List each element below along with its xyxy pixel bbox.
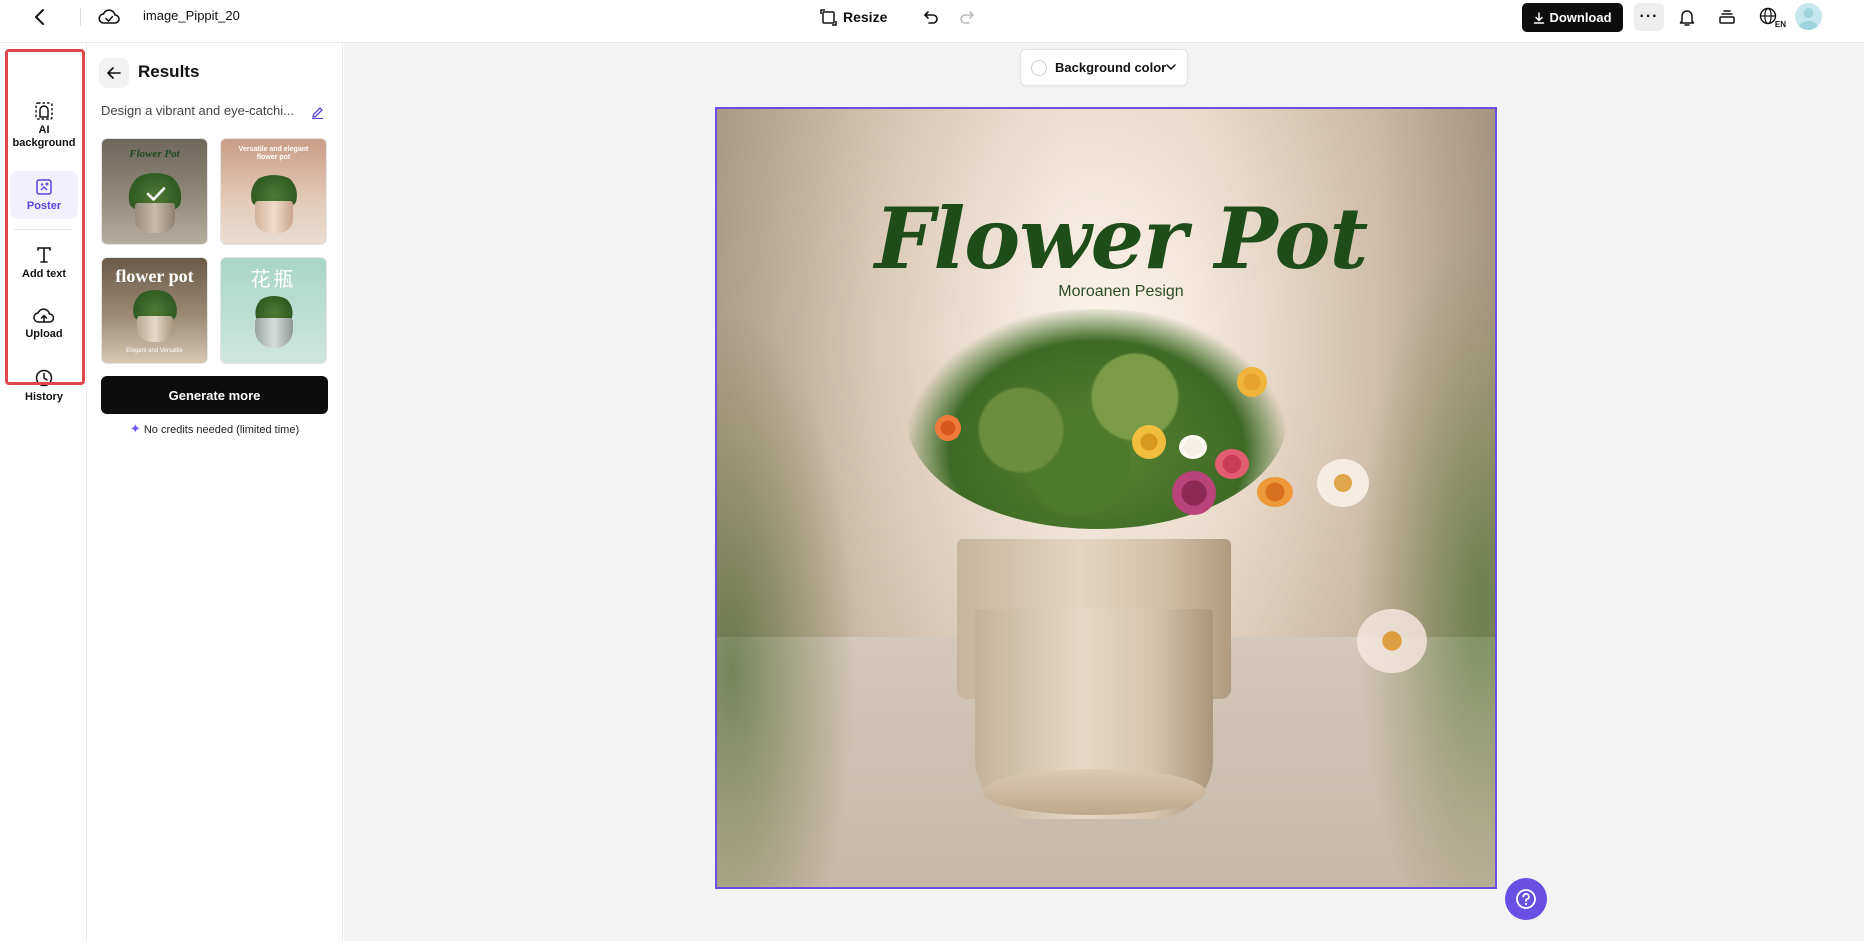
chevron-left-icon bbox=[35, 9, 44, 25]
cloud-check-icon bbox=[98, 9, 120, 24]
undo-icon bbox=[924, 11, 938, 24]
avatar-icon bbox=[1798, 8, 1819, 30]
resize-button[interactable]: Resize bbox=[820, 4, 887, 30]
ai-background-icon bbox=[35, 102, 53, 120]
thumbnail-pot bbox=[134, 203, 175, 233]
background-color-label: Background color bbox=[1055, 60, 1167, 75]
canvas-area: Background color Flower Pot Moroanen Pes… bbox=[344, 43, 1864, 941]
generate-more-button[interactable]: Generate more bbox=[101, 376, 328, 414]
rail-item-poster[interactable]: Poster bbox=[10, 171, 78, 219]
poster-flower bbox=[1237, 367, 1267, 397]
chevron-down-icon bbox=[1166, 64, 1176, 71]
thumbnail-subtitle: Elegant and Versatile bbox=[126, 348, 183, 354]
undo-button[interactable] bbox=[918, 4, 944, 30]
rail-item-history[interactable]: History bbox=[10, 368, 78, 408]
text-icon bbox=[37, 247, 51, 263]
redo-button[interactable] bbox=[954, 4, 980, 30]
poster-foliage-right bbox=[1355, 229, 1495, 887]
layers-button[interactable] bbox=[1714, 4, 1740, 30]
thumbnail-pot bbox=[254, 201, 293, 233]
thumbnail-title: 花瓶 bbox=[250, 267, 297, 291]
results-panel: Results Design a vibrant and eye-catchi.… bbox=[88, 43, 343, 941]
poster-subtitle[interactable]: Moroanen Pesign bbox=[717, 283, 1495, 301]
pencil-icon bbox=[311, 106, 323, 119]
bell-icon bbox=[1679, 9, 1695, 26]
rail-item-label: History bbox=[25, 391, 63, 403]
rail-item-upload[interactable]: Upload bbox=[10, 307, 78, 347]
edit-prompt-button[interactable] bbox=[308, 103, 326, 121]
more-options-button[interactable]: ··· bbox=[1634, 3, 1664, 31]
rail-divider bbox=[14, 229, 72, 230]
rail-item-add-text[interactable]: Add text bbox=[10, 245, 78, 289]
poster-icon bbox=[36, 179, 52, 195]
rail-item-label: AI background bbox=[12, 124, 76, 149]
poster-flower bbox=[1172, 471, 1216, 515]
download-button[interactable]: Download bbox=[1522, 3, 1623, 32]
tool-rail: AI background Poster Add text Upload His… bbox=[0, 43, 87, 941]
selected-check-icon bbox=[145, 183, 167, 205]
credits-note: ✦ No credits needed (limited time) bbox=[101, 421, 328, 437]
credits-label: No credits needed (limited time) bbox=[143, 424, 300, 436]
result-thumbnail[interactable]: 花瓶 bbox=[220, 257, 327, 364]
poster-flower bbox=[1215, 449, 1249, 479]
poster-flower bbox=[1317, 459, 1369, 507]
arrow-left-icon bbox=[107, 67, 121, 79]
redo-icon bbox=[960, 11, 974, 24]
poster-pot-saucer bbox=[982, 769, 1206, 815]
result-thumbnail[interactable]: Flower Pot bbox=[101, 138, 208, 245]
rail-item-ai-background[interactable]: AI background bbox=[10, 101, 78, 157]
notifications-button[interactable] bbox=[1674, 4, 1700, 30]
poster-foliage-left bbox=[717, 309, 857, 887]
language-code: EN bbox=[1774, 20, 1786, 29]
layers-icon bbox=[1719, 10, 1735, 24]
resize-icon bbox=[820, 8, 837, 26]
thumbnail-title: Flower Pot bbox=[129, 148, 180, 160]
thumbnail-pot bbox=[136, 316, 173, 342]
poster-title[interactable]: Flower Pot bbox=[717, 189, 1495, 288]
language-button[interactable]: EN bbox=[1754, 4, 1786, 30]
question-icon bbox=[1516, 889, 1536, 909]
result-thumbnail[interactable]: Versatile and elegant flower pot bbox=[220, 138, 327, 245]
upload-cloud-icon bbox=[33, 308, 55, 323]
back-button[interactable] bbox=[28, 4, 52, 30]
user-avatar[interactable] bbox=[1795, 3, 1822, 30]
poster-flower bbox=[1257, 477, 1293, 507]
poster-plant bbox=[907, 309, 1287, 529]
rail-item-label: Add text bbox=[22, 268, 66, 280]
download-label: Download bbox=[1549, 10, 1612, 25]
thumbnail-pot bbox=[254, 318, 293, 348]
poster-flower bbox=[935, 415, 961, 441]
poster-canvas[interactable]: Flower Pot Moroanen Pesign bbox=[715, 107, 1497, 889]
thumbnail-title: flower pot bbox=[115, 266, 194, 286]
color-swatch bbox=[1031, 59, 1047, 76]
result-thumbnail[interactable]: flower pot Elegant and Versatile bbox=[101, 257, 208, 364]
top-bar: image_Pippit_20 Resize Download ··· EN bbox=[0, 0, 1864, 43]
divider bbox=[80, 8, 81, 26]
prompt-text: Design a vibrant and eye-catchi... bbox=[101, 103, 294, 118]
resize-label: Resize bbox=[843, 9, 888, 25]
rail-item-label: Upload bbox=[25, 328, 63, 340]
rail-item-label: Poster bbox=[26, 200, 62, 212]
clock-icon bbox=[35, 369, 53, 387]
results-title: Results bbox=[138, 62, 200, 81]
file-name[interactable]: image_Pippit_20 bbox=[143, 8, 240, 23]
thumbnail-title: Versatile and elegant flower pot bbox=[238, 146, 309, 161]
sparkle-icon: ✦ bbox=[129, 421, 141, 436]
cloud-save-button[interactable] bbox=[96, 5, 122, 29]
poster-flower bbox=[1132, 425, 1166, 459]
more-icon: ··· bbox=[1639, 8, 1659, 25]
download-icon bbox=[1534, 11, 1545, 24]
background-color-dropdown[interactable]: Background color bbox=[1020, 49, 1188, 86]
poster-flower bbox=[1179, 435, 1207, 459]
poster-flower bbox=[1357, 609, 1427, 673]
results-back-button[interactable] bbox=[99, 58, 129, 88]
help-button[interactable] bbox=[1505, 878, 1547, 920]
